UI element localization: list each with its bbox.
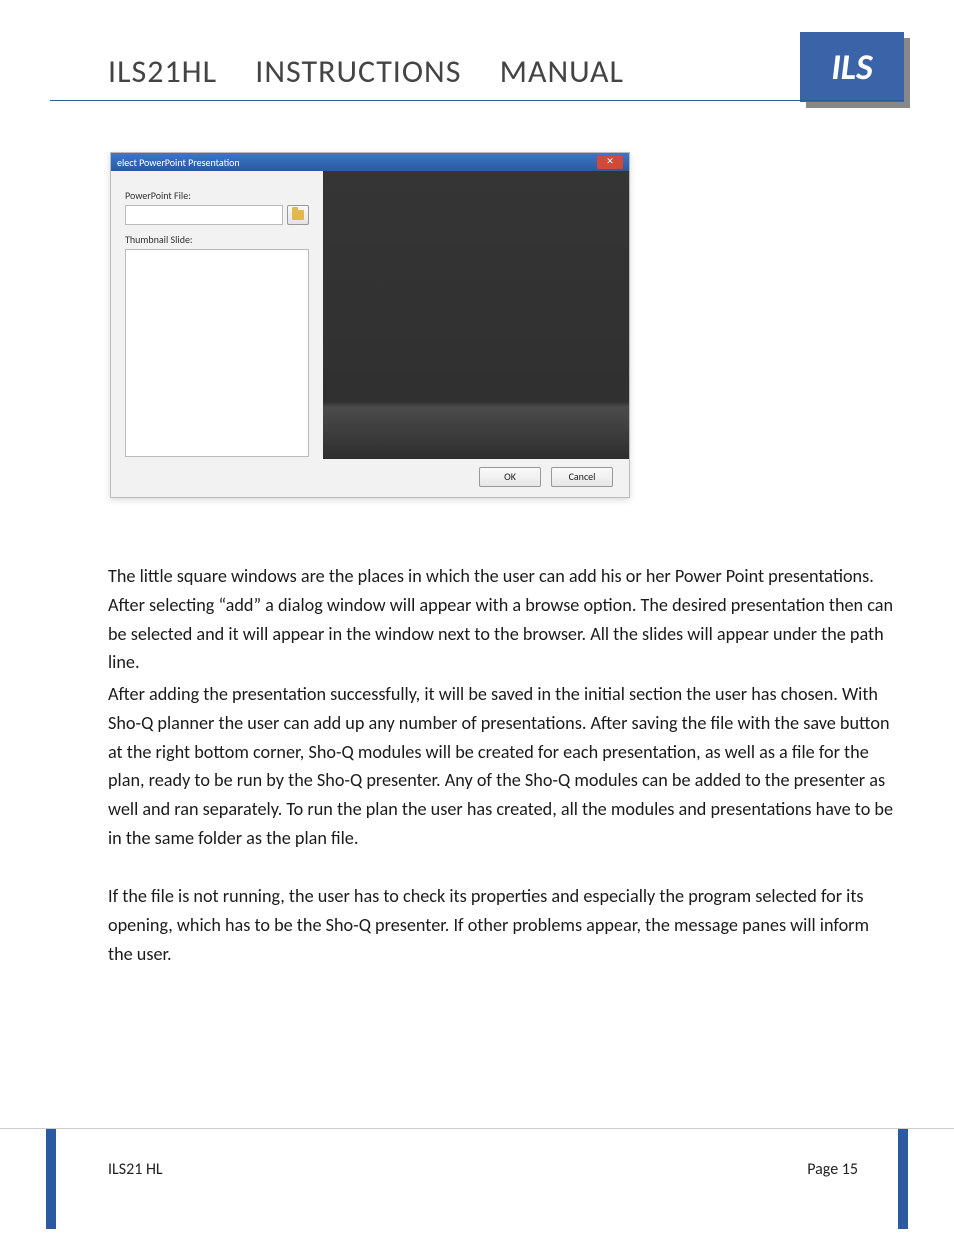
slide-preview-pane [323, 171, 629, 459]
ils-logo: ILS [800, 32, 904, 102]
footer-divider [0, 1128, 954, 1129]
folder-icon [292, 210, 304, 220]
dialog-titlebar: elect PowerPoint Presentation ✕ [111, 153, 629, 171]
footer-accent-right [898, 1129, 908, 1229]
dialog-body: PowerPoint File: Thumbnail Slide: OK Can… [111, 171, 629, 497]
dialog-title: elect PowerPoint Presentation [117, 156, 240, 169]
powerpoint-file-input[interactable] [125, 205, 283, 225]
page-title: ILS21HL INSTRUCTIONS MANUAL [108, 52, 624, 91]
paragraph-2: After adding the presentation successful… [108, 680, 894, 853]
close-button[interactable]: ✕ [597, 155, 623, 169]
footer-page-number: Page 15 [807, 1160, 858, 1179]
browse-button[interactable] [287, 205, 309, 225]
footer-accent-left [46, 1129, 56, 1229]
paragraph-3: If the file is not running, the user has… [108, 882, 894, 968]
cancel-button[interactable]: Cancel [551, 467, 613, 487]
thumbnail-slide-label: Thumbnail Slide: [125, 233, 193, 246]
ok-button[interactable]: OK [479, 467, 541, 487]
header-divider [50, 100, 904, 101]
thumbnail-listbox[interactable] [125, 249, 309, 457]
select-powerpoint-dialog: elect PowerPoint Presentation ✕ PowerPoi… [110, 152, 630, 498]
paragraph-1: The little square windows are the places… [108, 562, 894, 677]
footer-doc-name: ILS21 HL [108, 1160, 163, 1179]
powerpoint-file-label: PowerPoint File: [125, 189, 191, 202]
